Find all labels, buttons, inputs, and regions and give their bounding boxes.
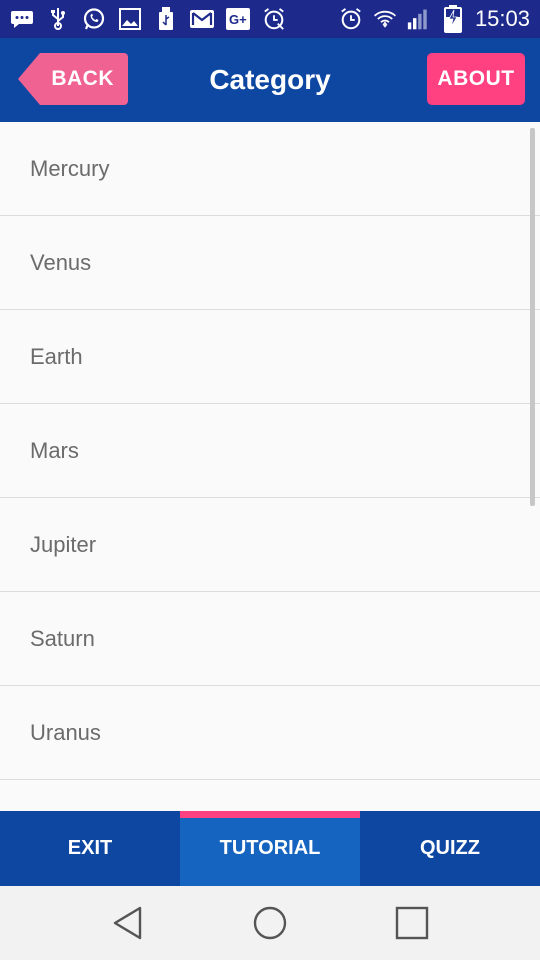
battery-charging-icon: [441, 5, 465, 33]
google-plus-icon: G+: [226, 7, 250, 31]
gmail-icon: [190, 7, 214, 31]
system-nav-bar: [0, 886, 540, 960]
nav-recents-button[interactable]: [341, 886, 483, 960]
home-circle-icon: [253, 906, 287, 940]
list-item[interactable]: Saturn: [0, 592, 540, 686]
about-button[interactable]: ABOUT: [427, 53, 525, 105]
svg-text:G+: G+: [229, 12, 247, 27]
tab-quizz[interactable]: QUIZZ: [360, 811, 540, 886]
notification-icons: G+: [10, 7, 286, 31]
list-item[interactable]: [0, 780, 540, 811]
list-item[interactable]: Venus: [0, 216, 540, 310]
image-icon: [118, 7, 142, 31]
signal-icon: [407, 7, 431, 31]
back-triangle-icon: [113, 906, 142, 940]
recents-square-icon: [395, 906, 429, 940]
wifi-icon: [373, 7, 397, 31]
nav-back-button[interactable]: [57, 886, 199, 960]
usb-storage-icon: [154, 7, 178, 31]
list-item[interactable]: Uranus: [0, 686, 540, 780]
list-item[interactable]: Mars: [0, 404, 540, 498]
bottom-tab-bar: EXIT TUTORIAL QUIZZ: [0, 811, 540, 886]
category-list[interactable]: Mercury Venus Earth Mars Jupiter Saturn …: [0, 122, 540, 811]
chat-icon: [10, 7, 34, 31]
list-scrollbar[interactable]: [530, 128, 535, 506]
status-time: 15:03: [474, 6, 530, 31]
app-bar: Category BACK ABOUT: [0, 38, 540, 122]
list-item[interactable]: Earth: [0, 310, 540, 404]
list-item[interactable]: Mercury: [0, 122, 540, 216]
tab-exit[interactable]: EXIT: [0, 811, 180, 886]
nav-home-button[interactable]: [199, 886, 341, 960]
system-status-icons: 15:03: [339, 5, 530, 33]
alarm-icon: [339, 7, 363, 31]
alarm-off-icon: [262, 7, 286, 31]
whatsapp-icon: [82, 7, 106, 31]
usb-icon: [46, 7, 70, 31]
status-bar: G+ 15:03: [0, 0, 540, 38]
back-button[interactable]: BACK: [18, 53, 128, 105]
tab-tutorial[interactable]: TUTORIAL: [180, 811, 360, 886]
list-item[interactable]: Jupiter: [0, 498, 540, 592]
